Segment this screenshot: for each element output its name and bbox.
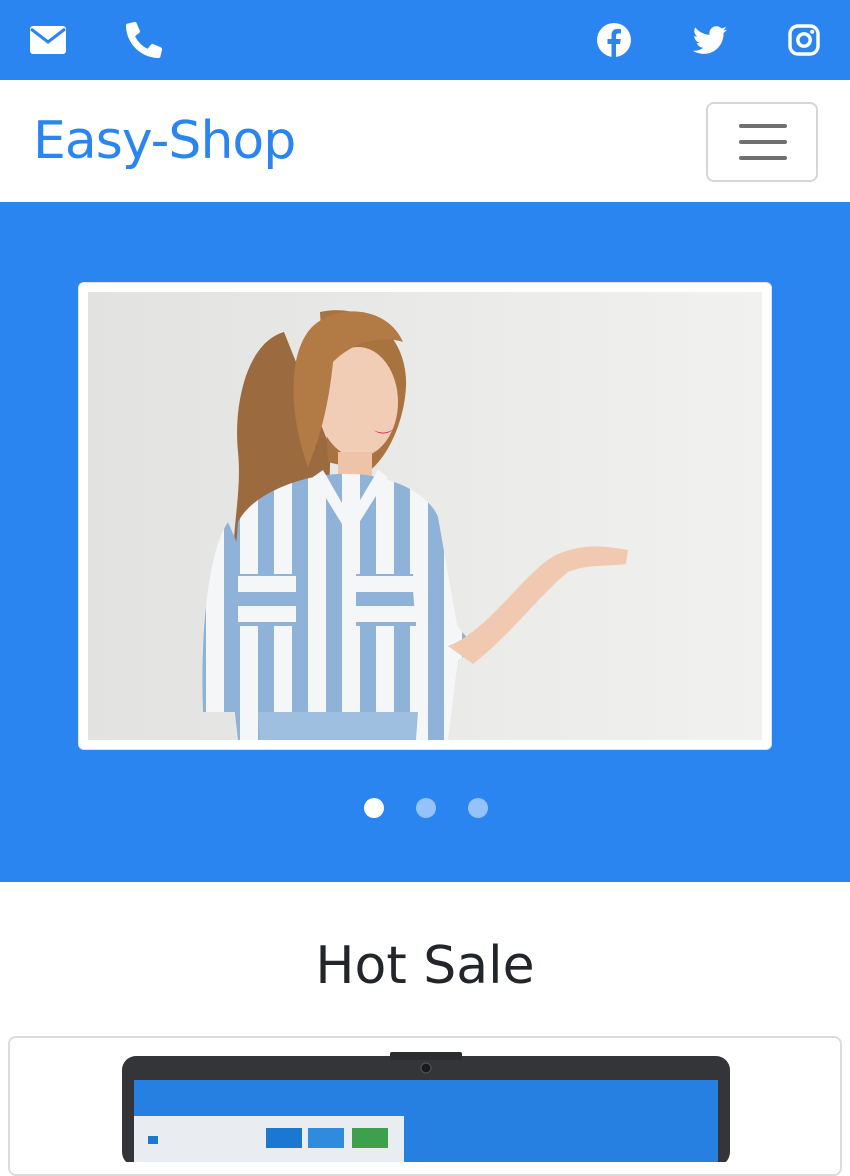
navbar-toggler-button[interactable]: [706, 102, 818, 182]
carousel-indicator-2[interactable]: [416, 798, 436, 818]
slide-image: [88, 292, 762, 740]
phone-icon[interactable]: [124, 20, 164, 60]
twitter-icon[interactable]: [690, 20, 730, 60]
carousel-slide[interactable]: [78, 282, 772, 750]
facebook-icon[interactable]: [594, 20, 634, 60]
carousel-indicator-3[interactable]: [468, 798, 488, 818]
hot-sale-heading: Hot Sale: [315, 936, 535, 996]
envelope-icon[interactable]: [28, 20, 68, 60]
instagram-icon[interactable]: [784, 20, 824, 60]
product-card[interactable]: [8, 1036, 842, 1176]
contact-bar: [0, 0, 850, 80]
navbar: Easy-Shop: [0, 80, 850, 202]
laptop-image: [122, 1052, 730, 1162]
hero-carousel: [0, 202, 850, 882]
carousel-indicator-1[interactable]: [364, 798, 384, 818]
brand-logo[interactable]: Easy-Shop: [33, 108, 296, 174]
carousel-indicators: [0, 796, 850, 820]
